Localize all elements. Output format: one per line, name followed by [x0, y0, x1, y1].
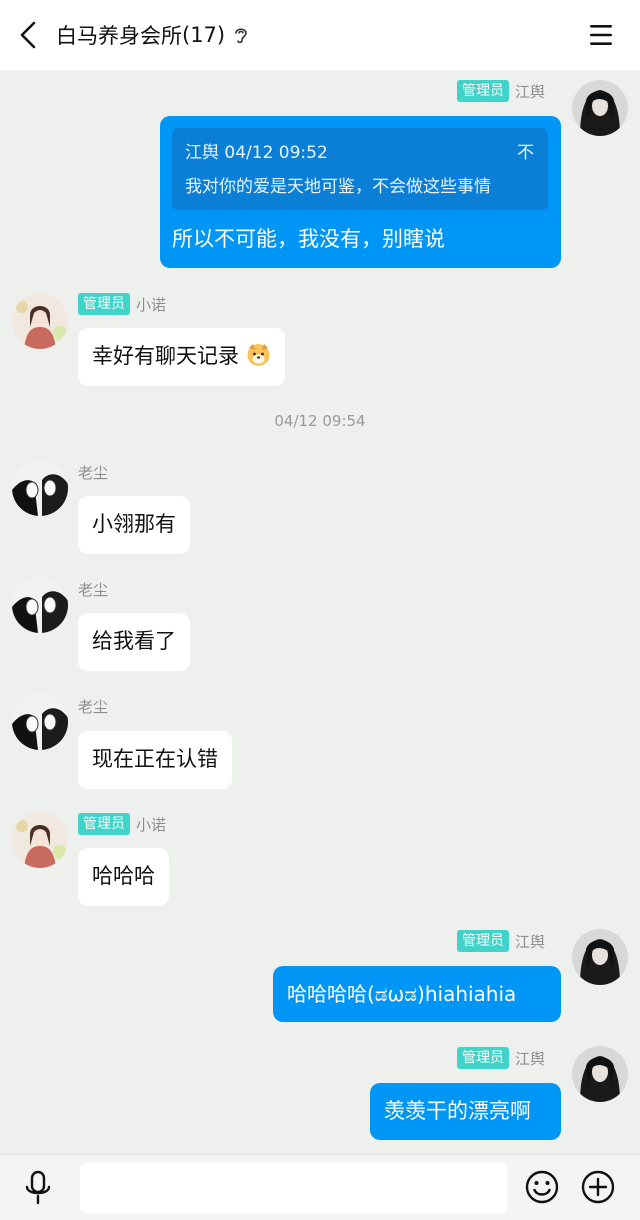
message-text: 幸好有聊天记录 — [92, 344, 239, 368]
avatar[interactable] — [572, 929, 628, 985]
quoted-message[interactable]: 江舆 04/12 09:52 不 我对你的爱是天地可鉴，不会做这些事情 — [172, 128, 548, 210]
sender-row: 管理员 江舆 — [457, 1046, 545, 1070]
hamburger-menu-icon[interactable] — [586, 20, 616, 50]
smiley-icon[interactable] — [524, 1169, 560, 1205]
sender-name: 小诺 — [136, 815, 167, 834]
avatar[interactable] — [572, 80, 628, 136]
message-text: 现在正在认错 — [92, 747, 218, 771]
message-bubble[interactable]: 哈哈哈 — [78, 848, 169, 906]
message-text: 所以不可能，我没有，别瞎说 — [172, 227, 445, 251]
avatar[interactable] — [12, 694, 68, 750]
sender-row: 管理员 小诺 — [78, 812, 166, 836]
input-bar — [0, 1154, 640, 1220]
sender-name: 江舆 — [515, 82, 546, 101]
avatar[interactable] — [12, 577, 68, 633]
message-bubble[interactable]: 羡羡干的漂亮啊 — [370, 1083, 561, 1140]
timestamp-divider: 04/12 09:54 — [274, 412, 366, 430]
quote-text: 我对你的爱是天地可鉴，不会做这些事情 — [185, 177, 491, 197]
sender-name: 老尘 — [78, 697, 109, 716]
group-name: 白马养身会所 — [56, 24, 182, 48]
message-input[interactable] — [80, 1163, 507, 1213]
sender-row: 老尘 — [78, 694, 108, 718]
member-count: (17) — [182, 23, 226, 47]
sender-row: 管理员 小诺 — [78, 292, 166, 316]
sender-row: 管理员 江舆 — [457, 79, 545, 103]
group-title[interactable]: 白马养身会所 (17) — [56, 18, 250, 52]
message-bubble[interactable]: 给我看了 — [78, 613, 190, 671]
message-text: 羡羡干的漂亮啊 — [384, 1099, 531, 1123]
microphone-icon[interactable] — [20, 1169, 56, 1207]
plus-circle-icon[interactable] — [580, 1169, 616, 1205]
message-text: 哈哈哈哈(ಡωಡ)hiahiahia — [287, 982, 517, 1006]
quote-author-time: 江舆 04/12 09:52 — [185, 143, 328, 163]
admin-badge: 管理员 — [457, 1047, 509, 1069]
admin-badge: 管理员 — [457, 930, 509, 952]
message-text: 哈哈哈 — [92, 864, 155, 888]
avatar[interactable] — [12, 812, 68, 868]
chat-header: 白马养身会所 (17) — [0, 0, 640, 70]
sender-name: 江舆 — [515, 932, 546, 951]
message-bubble[interactable]: 幸好有聊天记录 — [78, 328, 285, 386]
sender-row: 老尘 — [78, 577, 108, 601]
sender-row: 管理员 江舆 — [457, 929, 545, 953]
message-text: 给我看了 — [92, 629, 176, 653]
avatar[interactable] — [572, 1046, 628, 1102]
avatar[interactable] — [12, 293, 68, 349]
admin-badge: 管理员 — [78, 813, 130, 835]
quote-expand-toggle[interactable]: 不 — [517, 138, 534, 168]
sender-name: 老尘 — [78, 463, 109, 482]
avatar[interactable] — [12, 460, 68, 516]
dog-emoji-icon — [247, 344, 270, 366]
sender-row: 老尘 — [78, 460, 108, 484]
sender-name: 老尘 — [78, 580, 109, 599]
sender-name: 江舆 — [515, 1049, 546, 1068]
message-bubble[interactable]: 哈哈哈哈(ಡωಡ)hiahiahia — [273, 966, 561, 1022]
ear-icon — [235, 28, 247, 44]
message-bubble[interactable]: 江舆 04/12 09:52 不 我对你的爱是天地可鉴，不会做这些事情 所以不可… — [160, 116, 561, 268]
message-bubble[interactable]: 小翎那有 — [78, 496, 190, 554]
admin-badge: 管理员 — [457, 80, 509, 102]
chevron-left-icon[interactable] — [14, 20, 44, 50]
admin-badge: 管理员 — [78, 293, 130, 315]
message-bubble[interactable]: 现在正在认错 — [78, 731, 232, 789]
sender-name: 小诺 — [136, 295, 167, 314]
message-text: 小翎那有 — [92, 512, 176, 536]
